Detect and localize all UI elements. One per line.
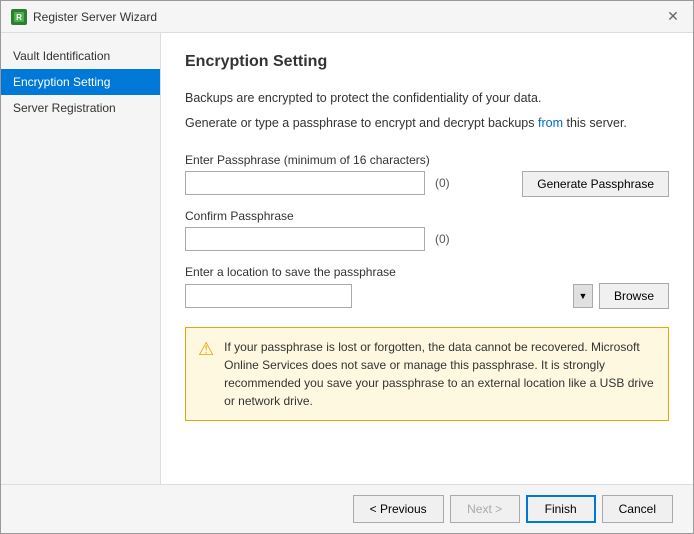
dropdown-arrow-icon[interactable]: ▼	[573, 284, 593, 308]
page-title: Encryption Setting	[185, 53, 669, 71]
info-line-1: Backups are encrypted to protect the con…	[185, 89, 669, 108]
generate-passphrase-button[interactable]: Generate Passphrase	[522, 171, 669, 197]
location-dropdown-wrapper: ▼	[185, 284, 593, 308]
passphrase-count: (0)	[435, 176, 450, 190]
confirm-passphrase-input[interactable]	[185, 227, 425, 251]
confirm-label: Confirm Passphrase	[185, 209, 669, 223]
sidebar-item-encryption-setting[interactable]: Encryption Setting	[1, 69, 160, 95]
close-button[interactable]: ✕	[663, 7, 683, 27]
cancel-button[interactable]: Cancel	[602, 495, 673, 523]
passphrase-input-row: (0)	[185, 171, 450, 195]
browse-button[interactable]: Browse	[599, 283, 669, 309]
footer: < Previous Next > Finish Cancel	[1, 484, 693, 533]
link-from: from	[538, 116, 563, 130]
location-input[interactable]	[185, 284, 352, 308]
location-section: Enter a location to save the passphrase …	[185, 265, 669, 309]
warning-box: ⚠ If your passphrase is lost or forgotte…	[185, 327, 669, 421]
warning-text: If your passphrase is lost or forgotten,…	[224, 338, 656, 410]
dialog-window: R Register Server Wizard ✕ Vault Identif…	[0, 0, 694, 534]
previous-button[interactable]: < Previous	[353, 495, 444, 523]
info-line-2: Generate or type a passphrase to encrypt…	[185, 114, 669, 133]
titlebar: R Register Server Wizard ✕	[1, 1, 693, 33]
passphrase-row: (0) Generate Passphrase	[185, 171, 669, 199]
warning-icon: ⚠	[198, 339, 214, 360]
sidebar-item-server-registration[interactable]: Server Registration	[1, 95, 160, 121]
confirm-count: (0)	[435, 232, 450, 246]
confirm-input-row: (0)	[185, 227, 669, 251]
titlebar-title: Register Server Wizard	[33, 10, 157, 24]
svg-text:R: R	[16, 13, 22, 22]
finish-button[interactable]: Finish	[526, 495, 596, 523]
sidebar: Vault Identification Encryption Setting …	[1, 33, 161, 484]
passphrase-input[interactable]	[185, 171, 425, 195]
content-area: Vault Identification Encryption Setting …	[1, 33, 693, 484]
app-icon: R	[11, 9, 27, 25]
location-label: Enter a location to save the passphrase	[185, 265, 669, 279]
titlebar-left: R Register Server Wizard	[11, 9, 157, 25]
main-panel: Encryption Setting Backups are encrypted…	[161, 33, 693, 484]
location-row: ▼ Browse	[185, 283, 669, 309]
passphrase-label: Enter Passphrase (minimum of 16 characte…	[185, 153, 669, 167]
next-button[interactable]: Next >	[450, 495, 520, 523]
sidebar-item-vault-identification[interactable]: Vault Identification	[1, 43, 160, 69]
confirm-section: Confirm Passphrase (0)	[185, 209, 669, 255]
passphrase-section: Enter Passphrase (minimum of 16 characte…	[185, 153, 669, 199]
